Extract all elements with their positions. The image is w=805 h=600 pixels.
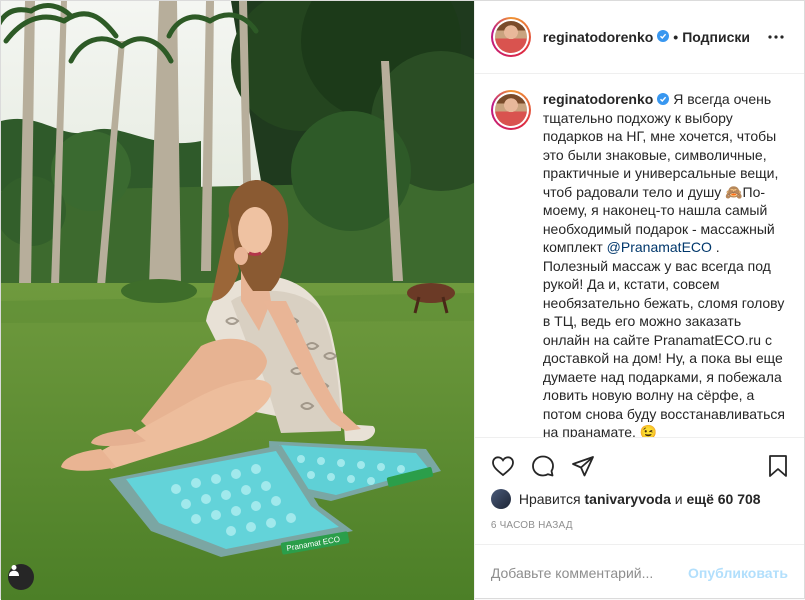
likes-summary: Нравится tanivaryvoda и ещё 60 708 xyxy=(490,486,788,512)
liker-username[interactable]: tanivaryvoda xyxy=(585,491,671,507)
user-tag-button[interactable] xyxy=(8,564,34,590)
likes-conjunction: и xyxy=(674,491,683,507)
instagram-post: Pranamat ECO reginatodorenko • Подписки xyxy=(0,0,805,600)
caption-text-start: Я всегда очень тщательно подхожу к выбор… xyxy=(542,91,779,255)
more-options-button[interactable] xyxy=(764,25,788,49)
caption-mention-link[interactable]: @PranamatECO xyxy=(607,239,712,255)
more-horizontal-icon xyxy=(768,35,784,39)
header-separator: • xyxy=(673,29,679,45)
share-button[interactable] xyxy=(571,446,611,486)
comment-button[interactable] xyxy=(531,446,571,486)
verified-badge-icon xyxy=(657,93,670,106)
action-icons-row xyxy=(491,446,788,486)
photo-illustration: Pranamat ECO xyxy=(1,1,474,600)
save-button[interactable] xyxy=(748,446,788,486)
comment-input[interactable] xyxy=(490,564,689,581)
verified-badge-icon xyxy=(657,30,670,42)
comment-icon xyxy=(531,455,554,477)
publish-button[interactable]: Опубликовать xyxy=(688,565,788,581)
add-comment-bar: Опубликовать xyxy=(474,544,804,600)
user-tag-icon xyxy=(9,565,19,576)
following-button[interactable]: Подписки xyxy=(682,29,750,45)
liker-avatar[interactable] xyxy=(490,489,511,509)
author-username[interactable]: reginatodorenko xyxy=(543,29,653,45)
caption-author-avatar[interactable] xyxy=(490,90,531,130)
post-actions: Нравится tanivaryvoda и ещё 60 708 6 час… xyxy=(474,437,804,544)
caption-text-end: . Полезный массаж у вас всегда под рукой… xyxy=(542,239,785,437)
heart-icon xyxy=(491,456,514,477)
likes-prefix: Нравится xyxy=(518,491,581,507)
share-icon xyxy=(571,456,594,477)
likes-count-button[interactable]: ещё 60 708 xyxy=(686,491,760,507)
post-caption: reginatodorenko Я всегда очень тщательно… xyxy=(543,90,788,437)
bookmark-icon xyxy=(769,455,787,477)
like-button[interactable] xyxy=(491,446,531,486)
post-timestamp[interactable]: 6 часов назад xyxy=(491,520,788,544)
author-avatar[interactable] xyxy=(490,17,531,57)
post-header: reginatodorenko • Подписки xyxy=(474,1,804,74)
caption-row: reginatodorenko Я всегда очень тщательно… xyxy=(490,90,788,437)
post-side-panel: reginatodorenko • Подписки reginatodoren… xyxy=(473,1,804,600)
post-photo[interactable]: Pranamat ECO xyxy=(1,1,474,600)
comments-area[interactable]: reginatodorenko Я всегда очень тщательно… xyxy=(475,74,804,437)
caption-username[interactable]: reginatodorenko xyxy=(543,91,653,107)
